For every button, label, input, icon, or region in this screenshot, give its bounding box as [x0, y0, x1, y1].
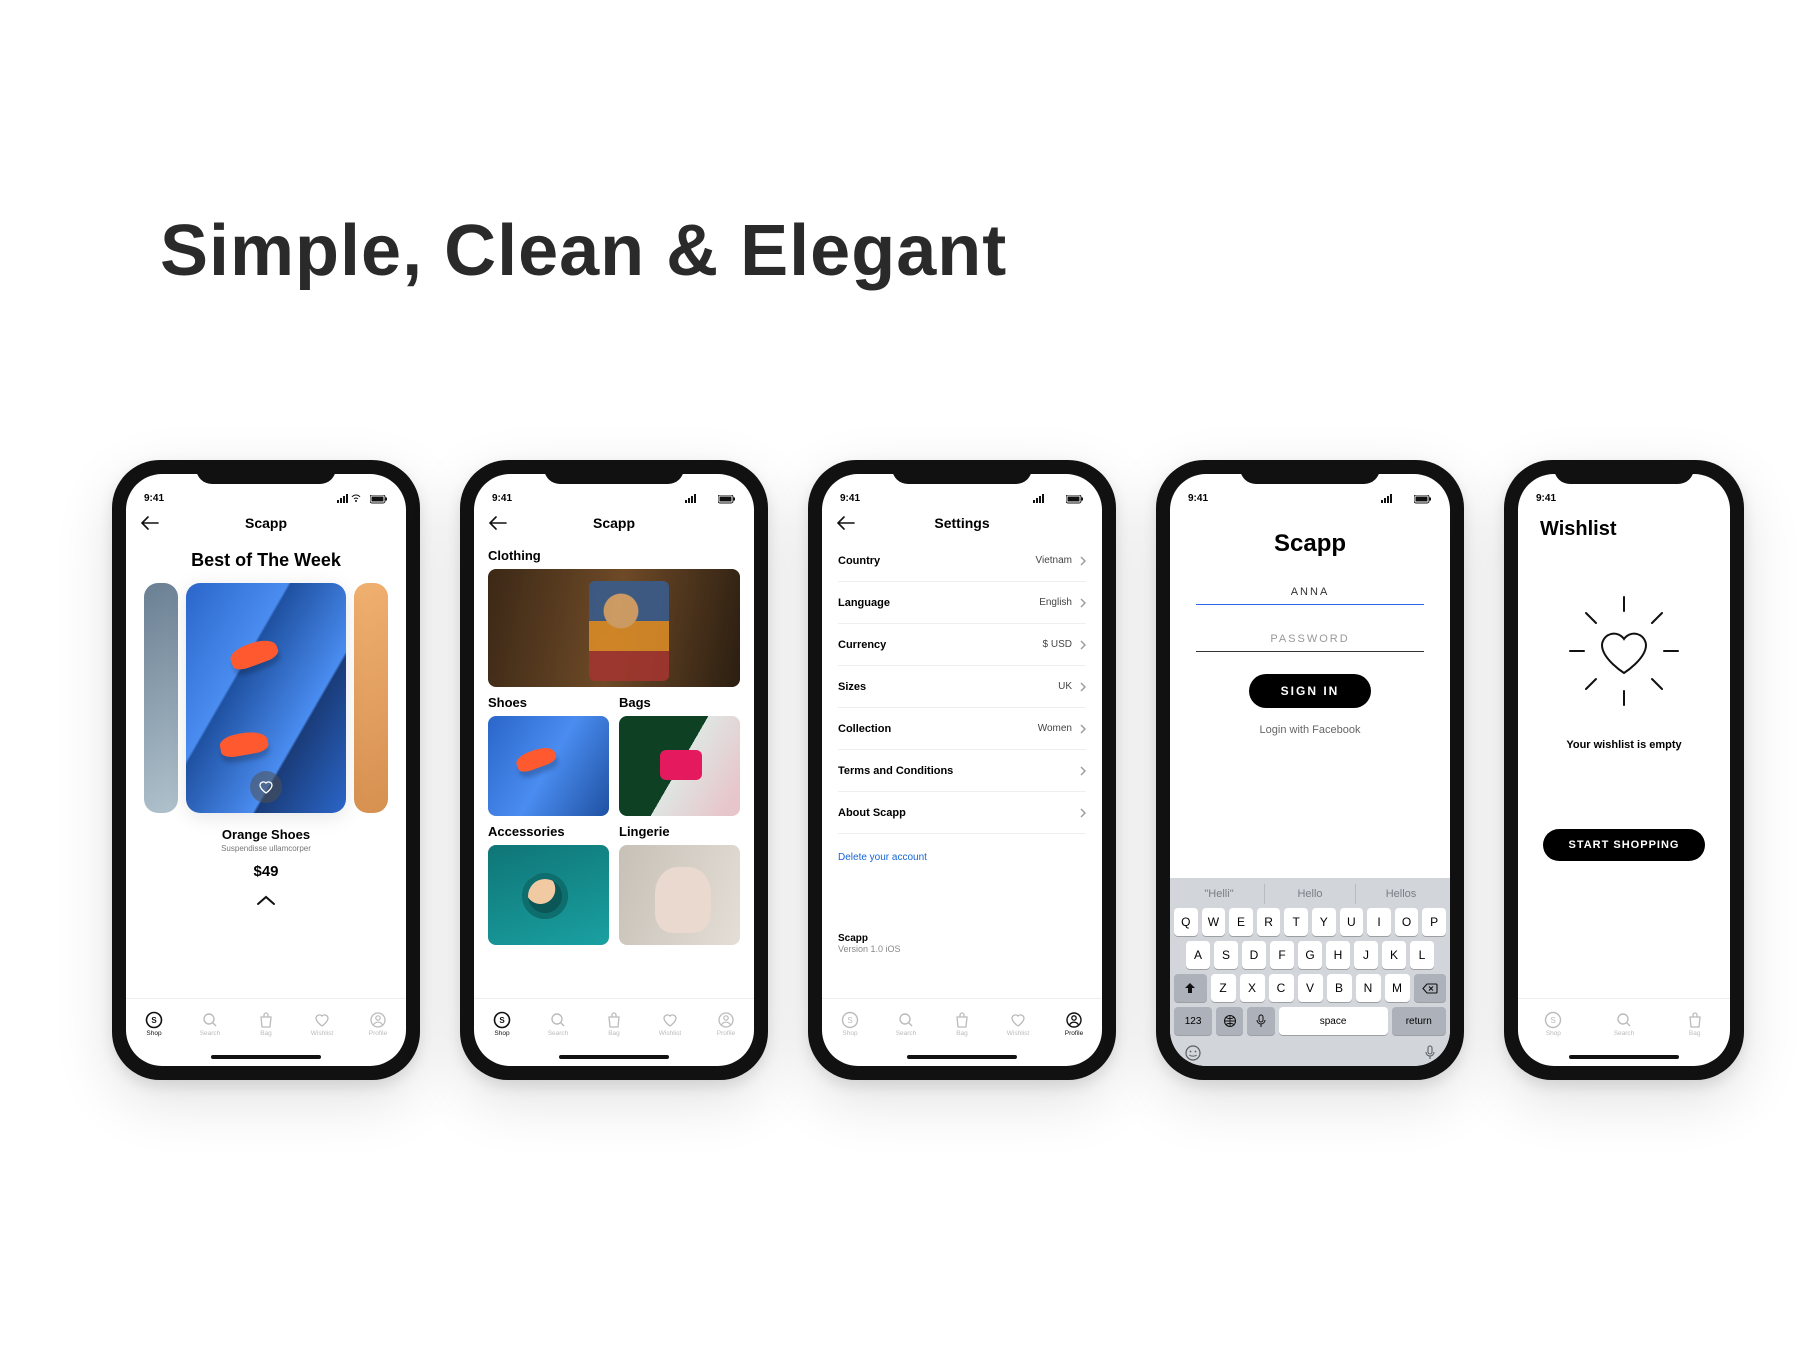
app-title: Scapp [245, 515, 287, 531]
tab-shop[interactable]: SShop [126, 999, 182, 1048]
phone-mockup-categories: 9:41 Scapp Clothing Shoes Bags [460, 460, 768, 1080]
suggestion-1[interactable]: "Helli" [1174, 884, 1264, 904]
dictate-key[interactable] [1424, 1044, 1436, 1062]
settings-row-collection[interactable]: CollectionWomen [838, 708, 1086, 750]
like-button[interactable] [250, 771, 282, 803]
product-card[interactable] [186, 583, 346, 813]
password-input[interactable] [1196, 625, 1424, 652]
empty-wishlist-text: Your wishlist is empty [1566, 739, 1681, 751]
settings-row-terms[interactable]: Terms and Conditions [838, 750, 1086, 792]
return-key[interactable]: return [1392, 1007, 1446, 1035]
section-title: Best of The Week [191, 550, 341, 571]
tab-search[interactable]: Search [878, 999, 934, 1048]
category-shoes-image[interactable] [488, 716, 609, 816]
category-clothing-label: Clothing [488, 548, 740, 563]
settings-title: Settings [934, 515, 989, 531]
expand-button[interactable] [254, 894, 278, 908]
space-key[interactable]: space [1279, 1007, 1388, 1035]
settings-row-language[interactable]: LanguageEnglish [838, 582, 1086, 624]
settings-row-currency[interactable]: Currency$ USD [838, 624, 1086, 666]
suggestion-2[interactable]: Hello [1264, 884, 1355, 904]
back-icon[interactable] [488, 516, 508, 530]
settings-row-sizes[interactable]: SizesUK [838, 666, 1086, 708]
tab-search[interactable]: Search [1589, 999, 1660, 1048]
start-shopping-button[interactable]: START SHOPPING [1543, 829, 1706, 861]
category-clothing-image[interactable] [488, 569, 740, 687]
phone-mockup-settings: 9:41 Settings CountryVietnam LanguageEng… [808, 460, 1116, 1080]
delete-account-link[interactable]: Delete your account [838, 852, 1086, 863]
numbers-key[interactable]: 123 [1174, 1007, 1212, 1035]
tab-shop[interactable]: SShop [822, 999, 878, 1048]
profile-icon [369, 1011, 387, 1029]
settings-row-about[interactable]: About Scapp [838, 792, 1086, 834]
key-q[interactable]: Q [1174, 908, 1198, 936]
product-subtitle: Suspendisse ullamcorper [221, 844, 311, 853]
app-header: Scapp [126, 506, 406, 540]
status-icons [337, 494, 388, 504]
tab-shop[interactable]: SShop [1518, 999, 1589, 1048]
phone-mockup-signin: 9:41 Scapp SIGN IN Login with Facebook "… [1156, 460, 1464, 1080]
tab-profile[interactable]: Profile [350, 999, 406, 1048]
chevron-right-icon [1080, 556, 1086, 566]
category-accessories-image[interactable] [488, 845, 609, 945]
product-image [186, 583, 346, 813]
svg-text:S: S [1551, 1016, 1556, 1025]
signin-button[interactable]: SIGN IN [1249, 674, 1372, 708]
tab-search[interactable]: Search [530, 999, 586, 1048]
category-lingerie-image[interactable] [619, 845, 740, 945]
app-title: Scapp [593, 515, 635, 531]
tab-wishlist[interactable]: Wishlist [990, 999, 1046, 1048]
svg-text:S: S [847, 1016, 852, 1025]
globe-key[interactable] [1216, 1007, 1243, 1035]
svg-text:S: S [499, 1016, 505, 1025]
shop-icon: S [145, 1011, 163, 1029]
bag-icon [257, 1011, 275, 1029]
tab-bar: SShop Search Bag Wishlist Profile [126, 998, 406, 1048]
backspace-key[interactable] [1414, 974, 1447, 1002]
category-shoes-label: Shoes [488, 695, 609, 710]
carousel-next-peek[interactable] [354, 583, 388, 813]
emoji-key[interactable] [1184, 1044, 1202, 1062]
tab-bag[interactable]: Bag [1659, 999, 1730, 1048]
category-bags-label: Bags [619, 695, 740, 710]
back-icon[interactable] [836, 516, 856, 530]
hero-title: Simple, Clean & Elegant [160, 210, 1007, 292]
shift-key[interactable] [1174, 974, 1207, 1002]
tab-shop[interactable]: SShop [474, 999, 530, 1048]
ios-keyboard: "Helli" Hello Hellos QWERTYUIOP ASDFGHJK… [1170, 878, 1450, 1066]
tab-bag[interactable]: Bag [586, 999, 642, 1048]
category-lingerie-label: Lingerie [619, 824, 740, 839]
wishlist-title: Wishlist [1540, 518, 1617, 541]
product-name: Orange Shoes [222, 827, 310, 842]
settings-row-country[interactable]: CountryVietnam [838, 540, 1086, 582]
tab-bag[interactable]: Bag [934, 999, 990, 1048]
tab-profile[interactable]: Profile [1046, 999, 1102, 1048]
tab-search[interactable]: Search [182, 999, 238, 1048]
username-input[interactable] [1196, 578, 1424, 605]
tab-profile[interactable]: Profile [698, 999, 754, 1048]
suggestion-3[interactable]: Hellos [1355, 884, 1446, 904]
phone-mockup-product: 9:41 Scapp Best of The Week [112, 460, 420, 1080]
brand-logo: Scapp [1274, 530, 1346, 558]
tab-wishlist[interactable]: Wishlist [642, 999, 698, 1048]
heart-icon [313, 1011, 331, 1029]
category-bags-image[interactable] [619, 716, 740, 816]
phone-mockup-wishlist: 9:41 Wishlist Your wishlist is empty STA… [1504, 460, 1744, 1080]
carousel-prev-peek[interactable] [144, 583, 178, 813]
mic-key[interactable] [1247, 1007, 1274, 1035]
app-version: ScappVersion 1.0 iOS [838, 933, 1086, 954]
tab-bag[interactable]: Bag [238, 999, 294, 1048]
facebook-login-link[interactable]: Login with Facebook [1260, 724, 1361, 736]
category-accessories-label: Accessories [488, 824, 609, 839]
back-icon[interactable] [140, 516, 160, 530]
svg-text:S: S [151, 1016, 157, 1025]
tab-wishlist[interactable]: Wishlist [294, 999, 350, 1048]
search-icon [201, 1011, 219, 1029]
empty-wishlist-icon [1564, 591, 1684, 711]
product-price: $49 [253, 863, 278, 880]
